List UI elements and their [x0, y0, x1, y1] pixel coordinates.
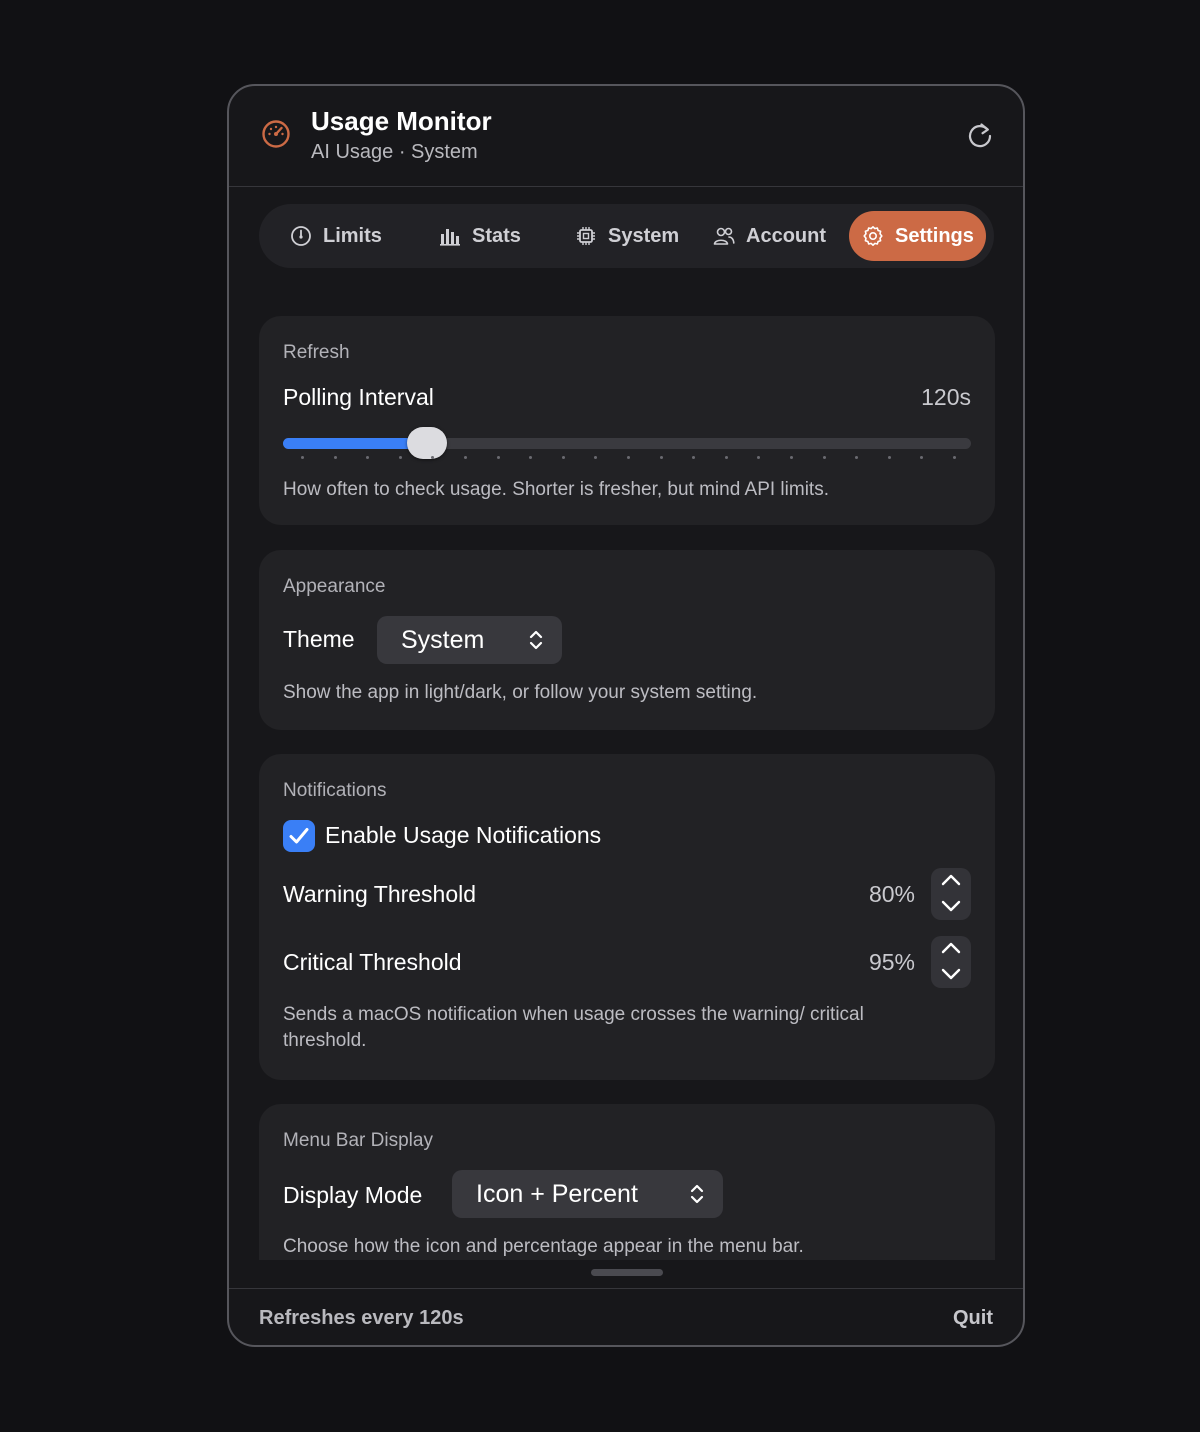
- display-mode-select[interactable]: Icon + Percent: [452, 1170, 723, 1218]
- tab-settings[interactable]: Settings: [849, 211, 986, 261]
- slider-tick: [333, 456, 337, 459]
- critical-threshold-value: 95%: [868, 949, 915, 975]
- section-label-notifications: Notifications: [283, 780, 387, 801]
- gear-icon: [863, 226, 883, 246]
- chevron-up-icon: [941, 942, 961, 954]
- slider-ticks: [283, 456, 971, 460]
- tab-label: Limits: [323, 224, 382, 247]
- appearance-help-text: Show the app in light/dark, or follow yo…: [283, 682, 758, 703]
- slider-tick: [366, 456, 370, 459]
- refresh-help-text: How often to check usage. Shorter is fre…: [283, 479, 829, 500]
- slider-tick: [496, 456, 500, 459]
- app-title: Usage Monitor: [311, 106, 492, 136]
- chevron-down-icon: [941, 900, 961, 912]
- tab-label: System: [608, 224, 680, 247]
- slider-tick: [757, 456, 761, 459]
- checkmark-icon: [289, 828, 309, 844]
- tab-label: Settings: [895, 224, 974, 247]
- theme-select[interactable]: System: [377, 616, 562, 664]
- slider-tick: [724, 456, 728, 459]
- settings-scroll-area[interactable]: Refresh Polling Interval 120s How often …: [259, 316, 995, 1260]
- slider-tick: [822, 456, 826, 459]
- stepper-decrement[interactable]: [931, 962, 971, 988]
- slider-tick: [659, 456, 663, 459]
- display-mode-label: Display Mode: [283, 1182, 423, 1208]
- slider-tick: [464, 456, 467, 459]
- tab-limits[interactable]: Limits: [277, 211, 394, 261]
- slider-tick: [790, 456, 793, 459]
- refresh-card: Refresh Polling Interval 120s How often …: [259, 316, 995, 525]
- section-label-menubar: Menu Bar Display: [283, 1130, 433, 1151]
- critical-threshold-label: Critical Threshold: [283, 949, 462, 975]
- menubar-card: Menu Bar Display Display Mode Icon + Per…: [259, 1104, 995, 1260]
- window-header: Usage Monitor AI Usage · System: [229, 86, 1023, 187]
- chevron-up-icon: [941, 874, 961, 886]
- section-label-refresh: Refresh: [283, 342, 350, 363]
- refresh-status-text: Refreshes every 120s: [259, 1307, 464, 1329]
- tab-account[interactable]: Account: [700, 211, 838, 261]
- slider-tick: [529, 456, 533, 459]
- tab-stats[interactable]: Stats: [426, 211, 533, 261]
- slider-tick: [692, 456, 696, 459]
- slider-tick: [561, 456, 565, 459]
- slider-tick: [887, 456, 891, 459]
- speedometer-icon: [262, 120, 290, 148]
- stepper-decrement[interactable]: [931, 894, 971, 920]
- slider-tick: [855, 456, 859, 459]
- warning-threshold-value: 80%: [868, 881, 915, 907]
- tab-label: Stats: [472, 224, 521, 247]
- slider-tick: [627, 456, 630, 459]
- stepper-increment[interactable]: [931, 868, 971, 894]
- section-label-appearance: Appearance: [283, 576, 386, 597]
- usage-monitor-window: Usage Monitor AI Usage · System Limits S…: [227, 84, 1025, 1347]
- warning-threshold-label: Warning Threshold: [283, 881, 477, 907]
- slider-tick: [594, 456, 598, 459]
- theme-label: Theme: [283, 626, 355, 652]
- people-icon: [713, 227, 735, 245]
- slider-tick: [301, 456, 304, 459]
- tab-label: Account: [746, 224, 826, 247]
- tab-bar: Limits Stats System Account Settings: [259, 204, 994, 268]
- notifications-card: Notifications Enable Usage Notifications…: [259, 754, 995, 1080]
- cpu-icon: [577, 227, 595, 245]
- slider-tick: [431, 456, 435, 459]
- refresh-icon[interactable]: [965, 120, 995, 150]
- critical-threshold-stepper[interactable]: [931, 936, 971, 988]
- stepper-increment[interactable]: [931, 936, 971, 962]
- polling-interval-label: Polling Interval: [283, 384, 434, 410]
- theme-select-value: System: [401, 625, 485, 654]
- slider-tick: [953, 456, 956, 459]
- enable-notifications-checkbox[interactable]: [283, 820, 315, 852]
- notifications-help-text: Sends a macOS notification when usage cr…: [283, 1004, 864, 1051]
- tab-system[interactable]: System: [562, 211, 691, 261]
- polling-interval-slider[interactable]: [283, 427, 971, 459]
- display-mode-select-value: Icon + Percent: [476, 1179, 638, 1208]
- window-footer: Refreshes every 120s Quit: [229, 1288, 1023, 1345]
- slider-tick: [398, 456, 402, 459]
- quit-button[interactable]: Quit: [953, 1307, 993, 1330]
- gauge-icon: [291, 226, 311, 246]
- appearance-card: Appearance Theme System Show the app in …: [259, 550, 995, 730]
- bar-chart-icon: [440, 229, 460, 246]
- chevron-up-down-icon: [529, 630, 543, 650]
- menubar-help-text: Choose how the icon and percentage appea…: [283, 1236, 804, 1257]
- slider-thumb[interactable]: [406, 427, 447, 459]
- app-subtitle: AI Usage · System: [311, 141, 478, 163]
- slider-fill: [283, 438, 427, 449]
- polling-interval-value: 120s: [921, 384, 971, 410]
- slider-tick: [920, 456, 924, 459]
- chevron-up-down-icon: [690, 1184, 704, 1204]
- resize-grabber[interactable]: [591, 1269, 663, 1276]
- chevron-down-icon: [941, 968, 961, 980]
- enable-notifications-label: Enable Usage Notifications: [325, 822, 602, 848]
- warning-threshold-stepper[interactable]: [931, 868, 971, 920]
